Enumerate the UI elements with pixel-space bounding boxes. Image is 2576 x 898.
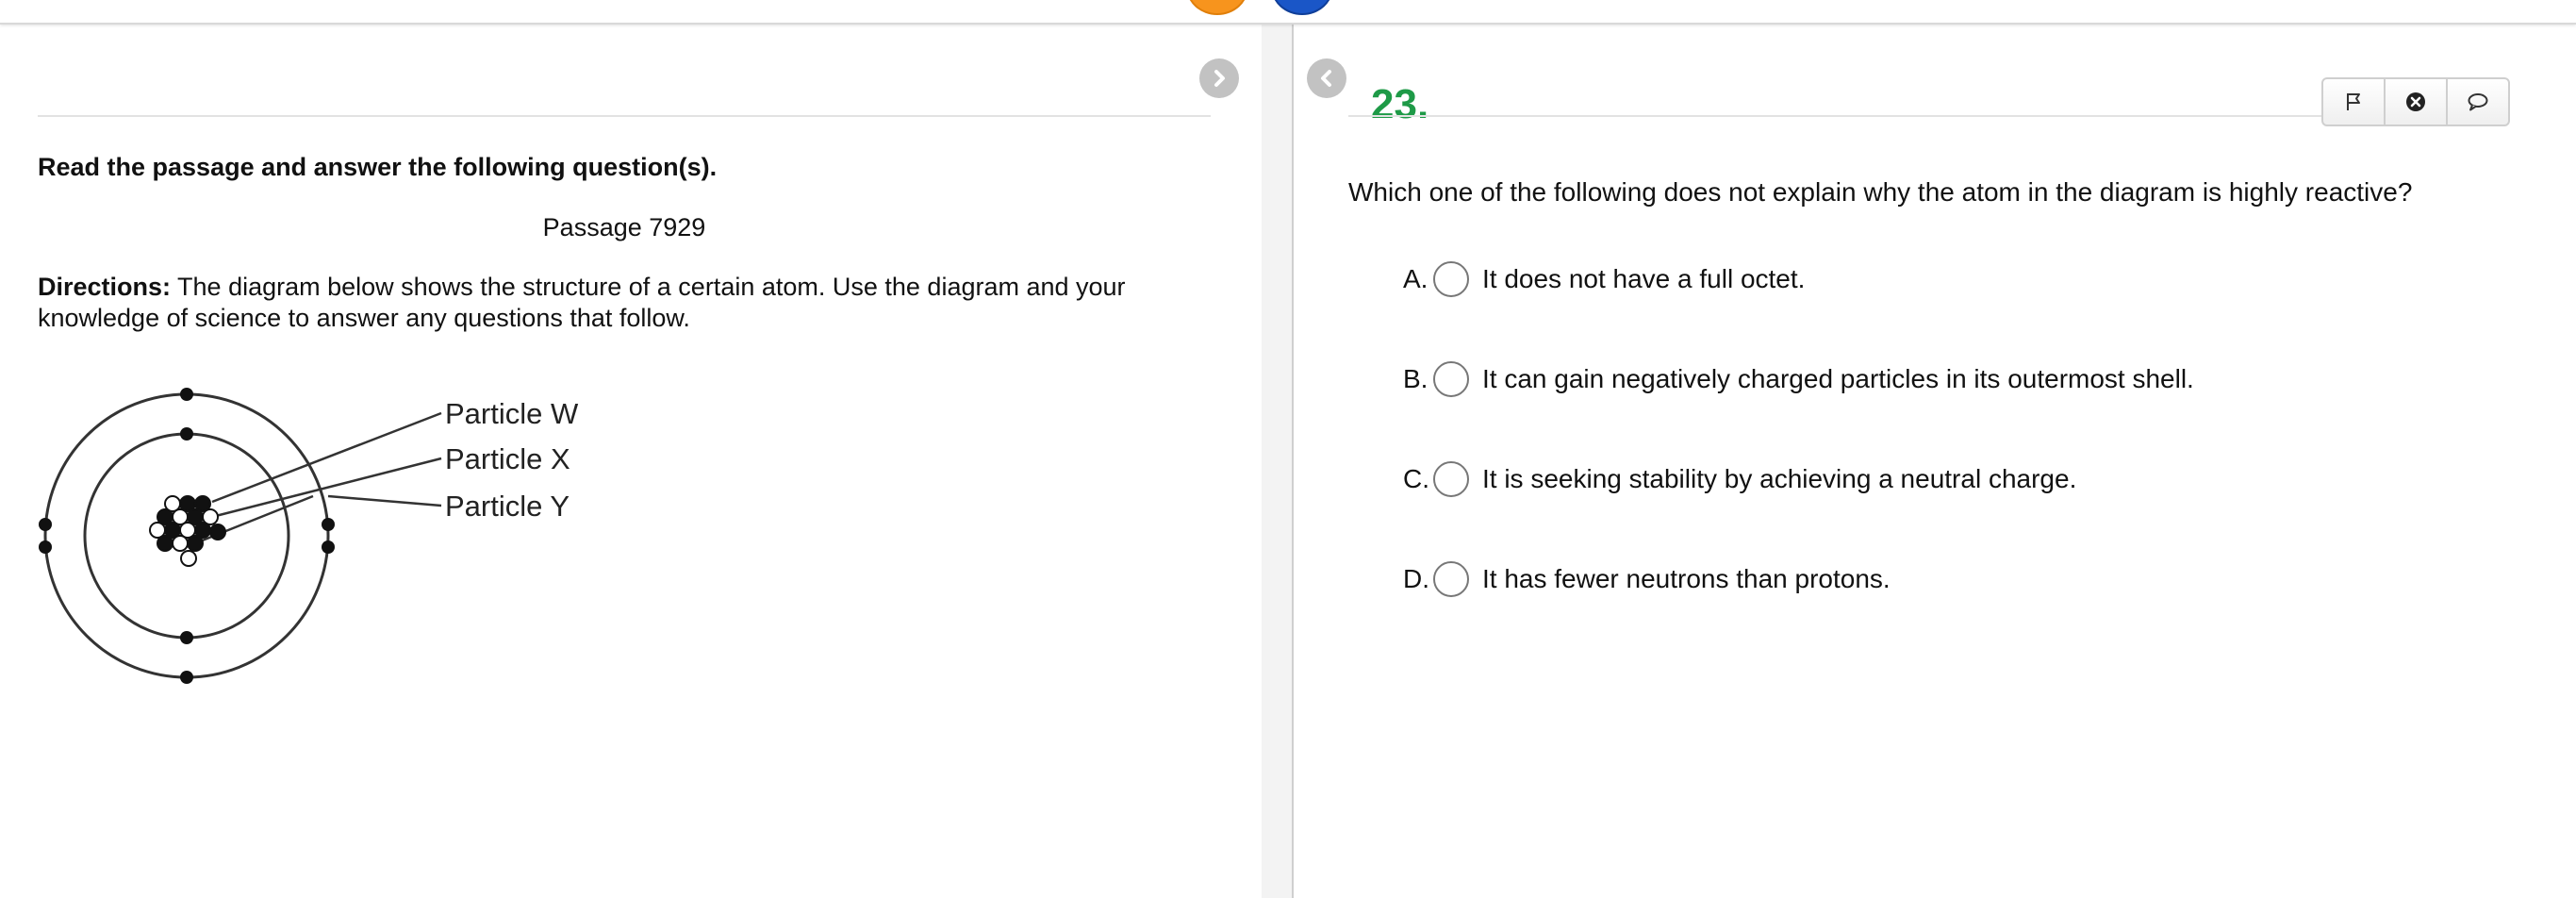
comment-icon [2468,93,2488,111]
choice-radio[interactable] [1433,561,1469,597]
passage-instruction: Read the passage and answer the followin… [38,153,718,181]
choice-text: It can gain negatively charged particles… [1482,364,2194,393]
choice-text: It does not have a full octet. [1482,264,1806,293]
choice-radio[interactable] [1433,261,1469,297]
next-arrow-button[interactable] [1199,58,1239,98]
question-number: 23. [1371,81,1429,127]
question-text: Which one of the following does not expl… [1348,177,2413,207]
choice-letter: D. [1403,564,1429,593]
chevron-right-icon [1214,70,1225,87]
directions-label: Directions: [38,273,172,301]
pane-divider[interactable] [1262,25,1294,898]
choice-radio[interactable] [1433,461,1469,497]
diagram-label-particle-x: Particle X [445,442,570,475]
choice-text: It is seeking stability by achieving a n… [1482,464,2077,493]
comment-button[interactable] [2446,79,2508,125]
answer-choice-b[interactable]: B. It can gain negatively charged partic… [1403,358,2194,400]
diagram-label-particle-y: Particle Y [445,490,570,523]
previous-arrow-button[interactable] [1307,58,1346,98]
top-blue-button[interactable] [1271,0,1333,15]
eliminate-button[interactable] [2384,79,2446,125]
answer-choice-a[interactable]: A. It does not have a full octet. [1403,258,1805,300]
choice-radio[interactable] [1433,361,1469,397]
atom-diagram: Particle W Particle X Particle Y [39,388,579,684]
passage-directions: Directions: The diagram below shows the … [38,272,1226,334]
diagram-label-particle-w: Particle W [445,397,579,430]
close-circle-icon [2406,92,2425,111]
answer-choice-d[interactable]: D. It has fewer neutrons than protons. [1403,558,1891,600]
choice-letter: B. [1403,364,1428,393]
choice-letter: C. [1403,464,1429,493]
answer-choice-c[interactable]: C. It is seeking stability by achieving … [1403,458,2076,500]
flag-icon [2347,93,2360,110]
chevron-left-icon [1321,70,1331,87]
flag-button[interactable] [2323,79,2384,125]
top-bar [0,0,2576,25]
passage-title: Passage 7929 [542,213,706,241]
passage-divider [38,115,1211,117]
directions-text: The diagram below shows the structure of… [38,273,1126,332]
top-orange-button[interactable] [1186,0,1248,15]
question-toolbar [2321,77,2510,126]
choice-letter: A. [1403,264,1428,293]
choice-text: It has fewer neutrons than protons. [1482,564,1891,593]
